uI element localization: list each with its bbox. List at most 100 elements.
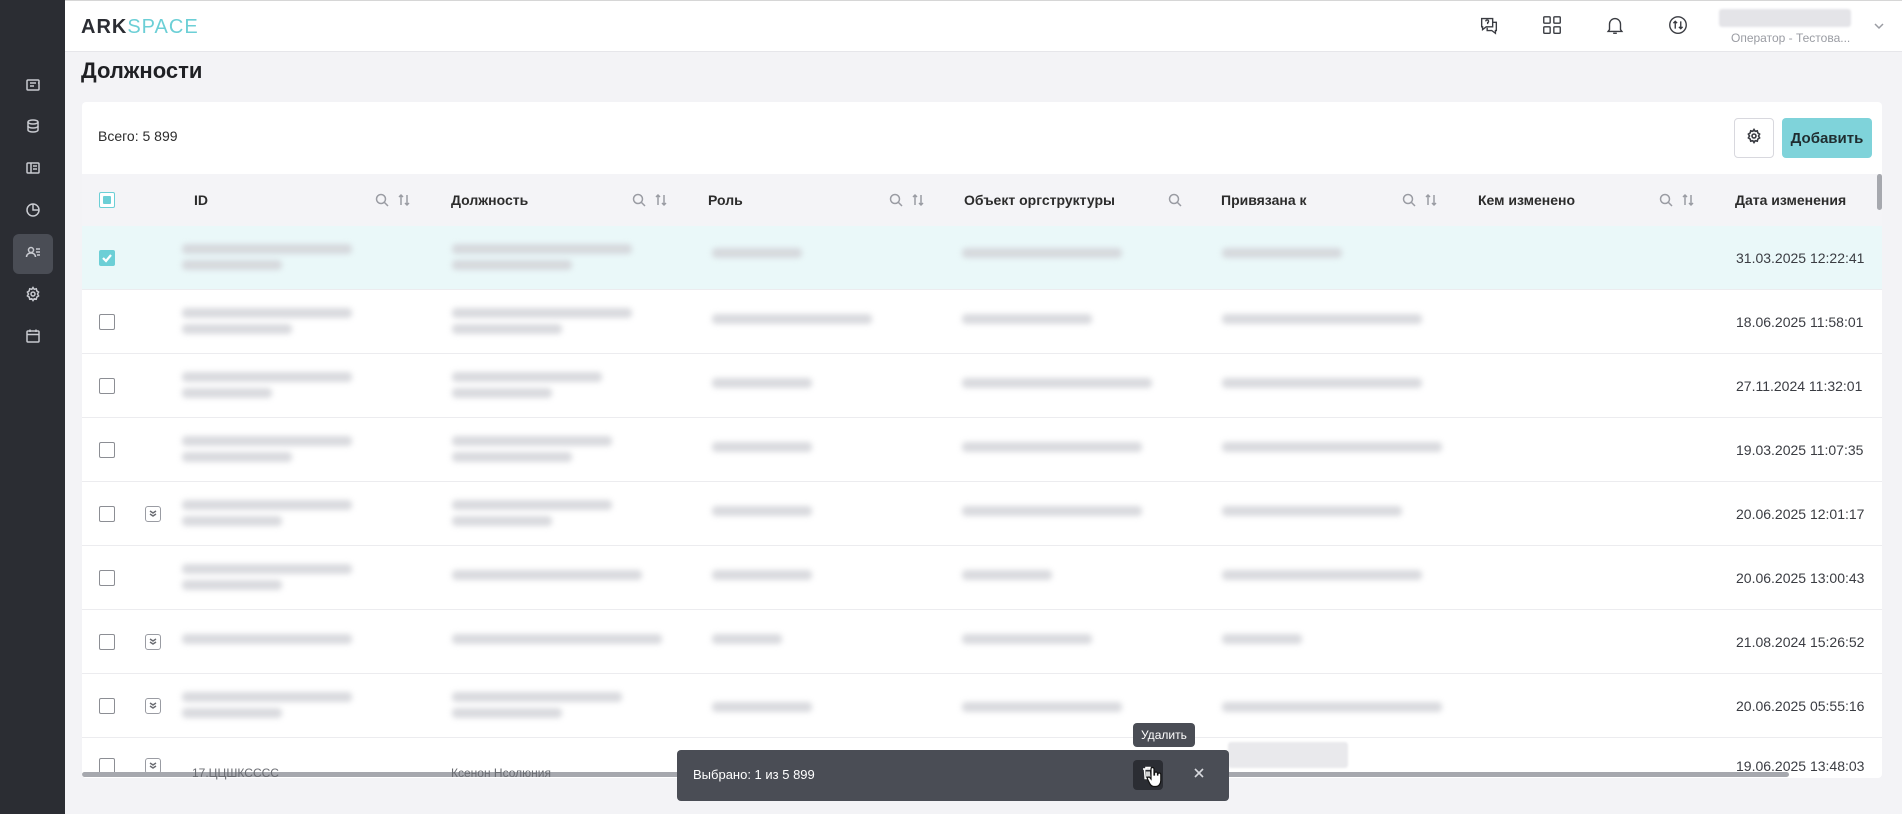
database-icon <box>25 118 41 139</box>
total-count: Всего: 5 899 <box>98 128 178 144</box>
table-row[interactable]: 20.06.2025 13:00:43 <box>82 546 1882 610</box>
column-label: Дата изменения <box>1735 192 1847 208</box>
column-header-org-object[interactable]: Объект оргструктуры <box>964 174 1115 226</box>
delete-tooltip: Удалить <box>1133 723 1195 747</box>
table-settings-button[interactable] <box>1734 118 1774 158</box>
book-icon <box>25 160 41 181</box>
logo-secondary: SPACE <box>127 16 199 38</box>
date-cell: 27.11.2024 11:32:01 <box>1736 378 1863 394</box>
search-icon[interactable] <box>1658 192 1674 213</box>
sort-icon[interactable] <box>396 192 412 213</box>
row-checkbox[interactable] <box>99 314 115 330</box>
chevron-down-icon <box>148 505 158 523</box>
top-header: ARKSPACE Оператор - Тестова... <box>65 0 1902 52</box>
column-label: Роль <box>708 192 743 208</box>
sidebar-item-book[interactable] <box>13 150 53 190</box>
chevron-down-icon <box>148 633 158 651</box>
expand-row-button[interactable] <box>145 506 161 522</box>
sidebar-item-list[interactable] <box>13 67 53 107</box>
date-cell: 31.03.2025 12:22:41 <box>1736 250 1865 266</box>
column-header-modified-by[interactable]: Кем изменено <box>1478 174 1575 226</box>
table-row[interactable]: 18.06.2025 11:58:01 <box>82 290 1882 354</box>
list-icon <box>25 77 41 98</box>
sidebar <box>0 0 65 814</box>
row-peek-position: Ксенон Нсолюния <box>451 766 551 780</box>
column-label: Кем изменено <box>1478 192 1576 208</box>
row-checkbox[interactable] <box>99 378 115 394</box>
help-chat-button[interactable] <box>1477 15 1501 39</box>
pie-chart-icon <box>25 202 41 223</box>
date-cell: 20.06.2025 05:55:16 <box>1736 698 1865 714</box>
sort-icon[interactable] <box>910 192 926 213</box>
expand-row-button[interactable] <box>145 634 161 650</box>
table-row[interactable]: 19.03.2025 11:07:35 <box>82 418 1882 482</box>
column-header-id[interactable]: ID <box>194 174 208 226</box>
close-icon <box>1193 766 1205 784</box>
date-cell: 21.08.2024 15:26:52 <box>1736 634 1865 650</box>
user-role: Оператор - Тестова... <box>1731 31 1851 45</box>
row-checkbox[interactable] <box>99 634 115 650</box>
selection-count: Выбрано: 1 из 5 899 <box>693 767 815 782</box>
redacted-cell <box>1228 742 1348 768</box>
table-card: Всего: 5 899 Добавить ID Должность Роль … <box>82 102 1882 778</box>
sync-button[interactable] <box>1666 15 1690 39</box>
table-row[interactable]: 21.08.2024 15:26:52 <box>82 610 1882 674</box>
add-button[interactable]: Добавить <box>1782 118 1872 158</box>
pointer-cursor-icon <box>1146 766 1164 788</box>
clear-selection-button[interactable] <box>1191 767 1207 783</box>
select-all-checkbox[interactable] <box>99 192 115 208</box>
page-title: Должности <box>81 58 203 83</box>
bell-icon <box>1604 14 1626 41</box>
vertical-scrollbar[interactable] <box>1877 174 1882 210</box>
logo[interactable]: ARKSPACE <box>81 16 199 39</box>
sidebar-item-users[interactable] <box>13 234 53 274</box>
chevron-down-icon <box>148 697 158 715</box>
search-icon[interactable] <box>888 192 904 213</box>
row-checkbox[interactable] <box>99 250 115 266</box>
date-cell: 19.03.2025 11:07:35 <box>1736 442 1864 458</box>
table-row[interactable]: 20.06.2025 12:01:17 <box>82 482 1882 546</box>
notifications-button[interactable] <box>1603 15 1627 39</box>
gear-icon <box>1746 127 1762 149</box>
user-menu[interactable]: Оператор - Тестова... <box>1719 7 1879 47</box>
table-row[interactable]: 27.11.2024 11:32:01 <box>82 354 1882 418</box>
column-label: ID <box>194 192 208 208</box>
column-header-modified-date[interactable]: Дата изменения <box>1735 174 1846 226</box>
column-label: Привязана к <box>1221 192 1307 208</box>
column-label: Должность <box>451 192 529 208</box>
row-checkbox[interactable] <box>99 570 115 586</box>
table-row[interactable]: 31.03.2025 12:22:41 <box>82 226 1882 290</box>
search-icon[interactable] <box>374 192 390 213</box>
users-icon <box>25 244 41 265</box>
sidebar-item-analytics[interactable] <box>13 192 53 232</box>
expand-row-button[interactable] <box>145 698 161 714</box>
sort-icon[interactable] <box>1423 192 1439 213</box>
user-menu-chevron[interactable] <box>1872 19 1886 33</box>
sync-icon <box>1667 14 1689 41</box>
sort-icon[interactable] <box>1680 192 1696 213</box>
row-checkbox[interactable] <box>99 506 115 522</box>
sidebar-item-settings[interactable] <box>13 276 53 316</box>
column-header-role[interactable]: Роль <box>708 174 743 226</box>
apps-grid-button[interactable] <box>1540 15 1564 39</box>
sidebar-item-calendar[interactable] <box>13 318 53 358</box>
logo-primary: ARK <box>81 16 128 38</box>
column-header-bound-to[interactable]: Привязана к <box>1221 174 1307 226</box>
row-checkbox[interactable] <box>99 698 115 714</box>
user-name-redacted <box>1719 9 1851 27</box>
date-cell: 18.06.2025 11:58:01 <box>1736 314 1864 330</box>
sort-icon[interactable] <box>653 192 669 213</box>
chevron-down-icon <box>1872 20 1886 37</box>
search-icon[interactable] <box>1401 192 1417 213</box>
apps-grid-icon <box>1541 14 1563 41</box>
sidebar-item-database[interactable] <box>13 108 53 148</box>
row-peek-id: 17.ЦЦШКСССС <box>192 766 279 780</box>
column-header-position[interactable]: Должность <box>451 174 528 226</box>
row-checkbox[interactable] <box>99 442 115 458</box>
gear-icon <box>25 285 41 307</box>
search-icon[interactable] <box>1167 192 1183 213</box>
date-cell: 20.06.2025 13:00:43 <box>1736 570 1865 586</box>
search-icon[interactable] <box>631 192 647 213</box>
table-row[interactable]: 20.06.2025 05:55:16 <box>82 674 1882 738</box>
help-chat-icon <box>1478 14 1500 41</box>
